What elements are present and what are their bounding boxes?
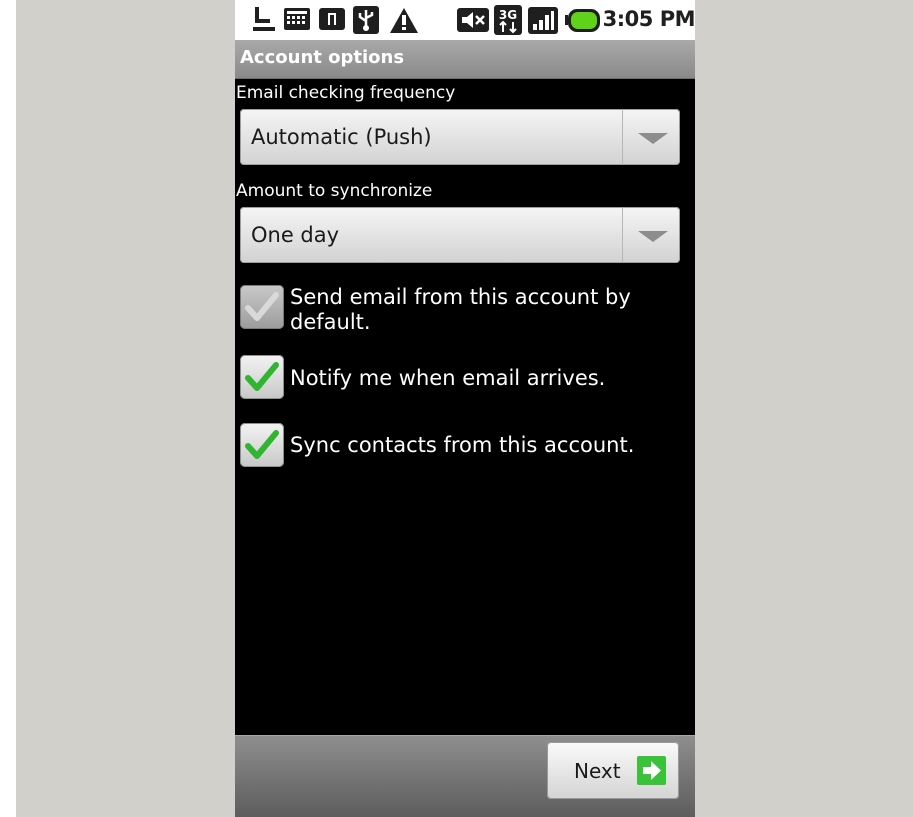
status-bar: 3G 3:05 PM: [235, 0, 695, 40]
spinner-divider: [622, 109, 623, 165]
next-button[interactable]: Next: [547, 742, 679, 799]
spinner-divider: [622, 207, 623, 263]
sync-amount-value: One day: [251, 223, 340, 247]
frequency-spinner[interactable]: Automatic (Push): [240, 109, 680, 165]
frequency-label: Email checking frequency: [236, 83, 456, 103]
sync-contacts-checkbox[interactable]: [240, 423, 284, 467]
sync-amount-spinner[interactable]: One day: [240, 207, 680, 263]
checkmark-icon: [245, 430, 279, 459]
title-bar: Account options: [235, 40, 695, 79]
svg-text:3G: 3G: [499, 8, 517, 22]
sync-contacts-label: Sync contacts from this account.: [290, 433, 635, 457]
download-icon: [252, 6, 276, 36]
phone-screen: 3G 3:05 PM Account options Email checkin…: [235, 0, 695, 817]
default-account-label: Send email from this account by default.: [290, 285, 631, 334]
battery-icon: [565, 9, 600, 36]
notify-label: Notify me when email arrives.: [290, 366, 606, 390]
keyboard-icon: [284, 8, 310, 34]
default-account-checkbox[interactable]: [240, 285, 284, 329]
usb-icon: [353, 6, 379, 38]
default-account-row[interactable]: Send email from this account by default.: [240, 285, 690, 335]
signal-icon: [528, 7, 558, 38]
sync-amount-label: Amount to synchronize: [236, 181, 433, 201]
notify-checkbox[interactable]: [240, 355, 284, 399]
bottom-bar: Next: [235, 735, 695, 817]
dropdown-arrow-icon: [638, 231, 668, 242]
sync-contacts-row[interactable]: Sync contacts from this account.: [240, 423, 690, 467]
3g-icon: 3G: [494, 5, 522, 39]
warning-icon: [389, 7, 419, 38]
notify-row[interactable]: Notify me when email arrives.: [240, 355, 690, 399]
checkmark-icon: [245, 292, 279, 321]
checkmark-icon: [245, 362, 279, 391]
next-button-label: Next: [574, 759, 621, 783]
frequency-value: Automatic (Push): [251, 125, 432, 149]
sim-icon: [319, 8, 345, 34]
page-title: Account options: [240, 47, 405, 68]
status-time: 3:05 PM: [602, 7, 695, 31]
mute-icon: [457, 8, 489, 36]
dropdown-arrow-icon: [638, 133, 668, 144]
next-arrow-icon: [637, 756, 666, 789]
